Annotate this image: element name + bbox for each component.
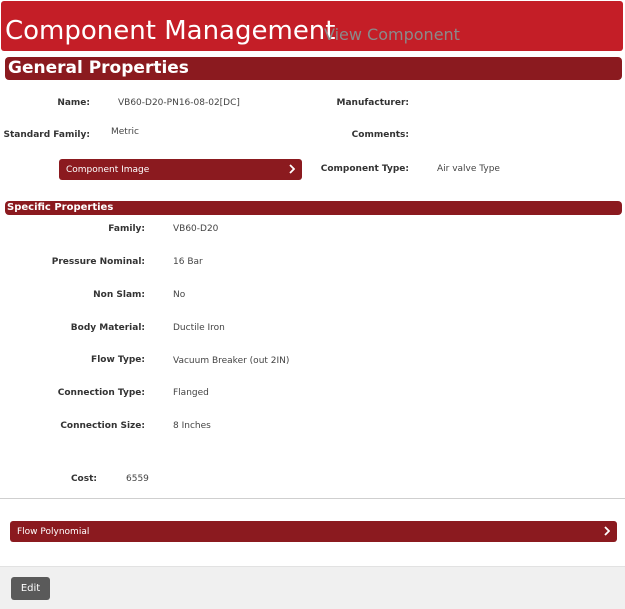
- body-material-value: Ductile Iron: [173, 323, 225, 333]
- connection-type-label: Connection Type:: [57, 388, 145, 398]
- page-subtitle: View Component: [324, 25, 460, 44]
- pressure-nominal-value: 16 Bar: [173, 257, 203, 267]
- connection-size-label: Connection Size:: [60, 421, 145, 431]
- comments-label: Comments:: [351, 130, 409, 140]
- connection-type-value: Flanged: [173, 388, 209, 398]
- non-slam-value: No: [173, 290, 186, 300]
- component-type-value: Air valve Type: [437, 164, 500, 174]
- cost-value: 6559: [126, 474, 149, 484]
- section-divider: [0, 498, 625, 499]
- specific-properties-heading: Specific Properties: [5, 201, 622, 215]
- pressure-nominal-label: Pressure Nominal:: [51, 257, 145, 267]
- page-title: Component Management: [5, 16, 336, 46]
- component-type-label: Component Type:: [320, 164, 409, 174]
- component-image-button[interactable]: Component Image: [59, 159, 302, 180]
- connection-size-value: 8 Inches: [173, 421, 211, 431]
- chevron-right-icon: [289, 164, 295, 174]
- family-value: VB60-D20: [173, 224, 219, 234]
- flow-type-value: Vacuum Breaker (out 2IN): [173, 356, 290, 366]
- standard-family-label: Standard Family:: [3, 130, 90, 140]
- name-value: VB60-D20-PN16-08-02[DC]: [118, 98, 240, 108]
- cost-label: Cost:: [70, 474, 97, 484]
- body-material-label: Body Material:: [70, 323, 145, 333]
- chevron-right-icon: [604, 526, 610, 536]
- flow-type-label: Flow Type:: [91, 355, 145, 365]
- flow-polynomial-button[interactable]: Flow Polynomial: [10, 521, 617, 542]
- name-label: Name:: [57, 98, 90, 108]
- manufacturer-label: Manufacturer:: [336, 98, 409, 108]
- general-properties-heading: General Properties: [5, 57, 622, 80]
- flow-polynomial-label: Flow Polynomial: [17, 527, 90, 537]
- non-slam-label: Non Slam:: [93, 290, 145, 300]
- edit-button[interactable]: Edit: [11, 577, 50, 600]
- footer-bar: Edit: [0, 566, 625, 609]
- standard-family-value: Metric: [111, 127, 139, 137]
- component-image-label: Component Image: [66, 165, 150, 175]
- family-label: Family:: [108, 224, 145, 234]
- app-header: Component Management View Component: [1, 1, 623, 51]
